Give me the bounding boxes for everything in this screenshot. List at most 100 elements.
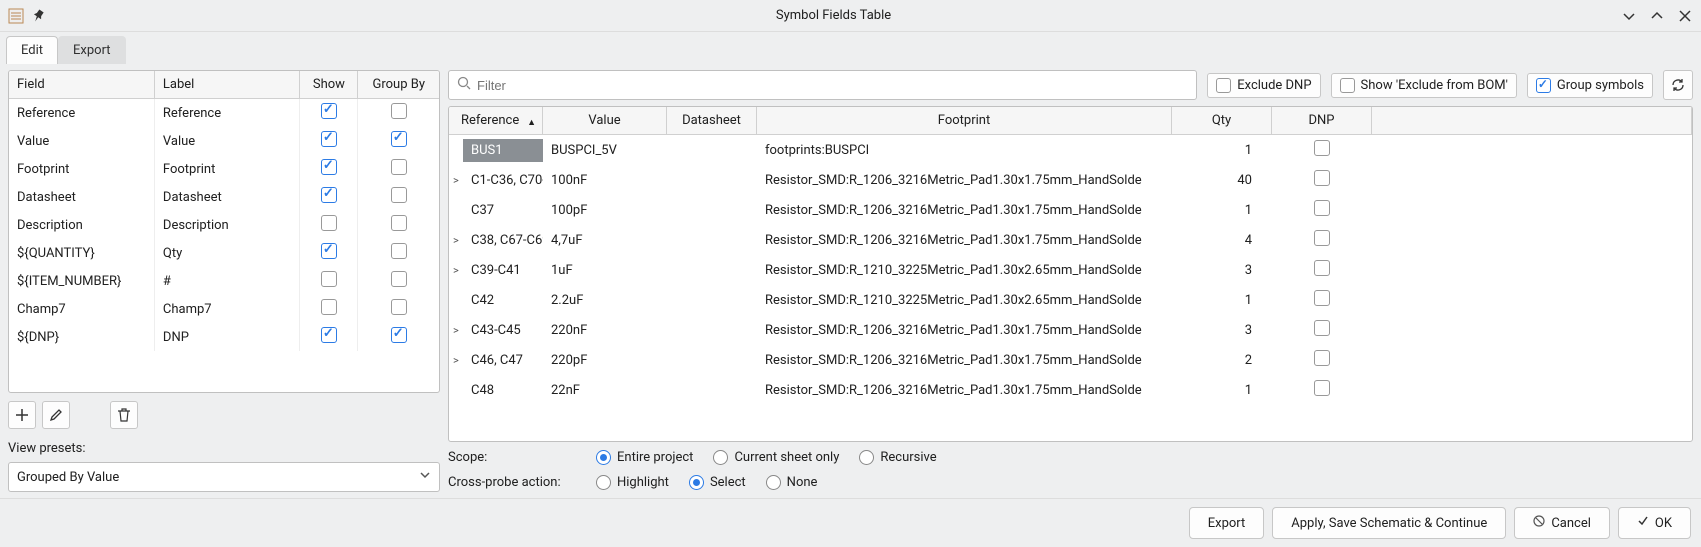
field-name[interactable]: ${ITEM_NUMBER} bbox=[9, 267, 154, 295]
field-label[interactable]: Qty bbox=[154, 239, 299, 267]
cell-dnp[interactable] bbox=[1272, 346, 1372, 374]
field-name[interactable]: Description bbox=[9, 211, 154, 239]
table-row[interactable]: >C43-C45220nFResistor_SMD:R_1206_3216Met… bbox=[449, 315, 1692, 345]
col-datasheet[interactable]: Datasheet bbox=[667, 107, 757, 134]
field-row[interactable]: ReferenceReference bbox=[9, 99, 439, 128]
field-row[interactable]: ${ITEM_NUMBER}# bbox=[9, 267, 439, 295]
preset-select[interactable]: Grouped By Value bbox=[8, 462, 440, 492]
col-qty[interactable]: Qty bbox=[1172, 107, 1272, 134]
rename-field-button[interactable] bbox=[42, 401, 70, 429]
cell-reference[interactable]: BUS1 bbox=[463, 139, 543, 162]
expand-icon[interactable]: > bbox=[449, 234, 463, 247]
symbol-table[interactable]: Reference▲ Value Datasheet Footprint Qty… bbox=[448, 106, 1693, 442]
exclude-dnp-option[interactable]: Exclude DNP bbox=[1207, 73, 1320, 98]
cell-dnp[interactable] bbox=[1272, 256, 1372, 284]
field-name[interactable]: Champ7 bbox=[9, 295, 154, 323]
crossprobe-none[interactable]: None bbox=[766, 475, 818, 490]
cell-qty[interactable]: 1 bbox=[1172, 199, 1272, 222]
cell-value[interactable]: 4,7uF bbox=[543, 229, 667, 252]
show-checkbox[interactable] bbox=[321, 187, 337, 203]
expand-icon[interactable]: > bbox=[449, 264, 463, 277]
cancel-button[interactable]: Cancel bbox=[1514, 507, 1610, 539]
close-icon[interactable] bbox=[1677, 8, 1693, 24]
dnp-checkbox[interactable] bbox=[1314, 230, 1330, 246]
cell-qty[interactable]: 4 bbox=[1172, 229, 1272, 252]
tab-edit[interactable]: Edit bbox=[6, 36, 58, 64]
delete-field-button[interactable] bbox=[110, 401, 138, 429]
field-row[interactable]: ${QUANTITY}Qty bbox=[9, 239, 439, 267]
table-row[interactable]: C4822nFResistor_SMD:R_1206_3216Metric_Pa… bbox=[449, 375, 1692, 405]
cell-qty[interactable]: 40 bbox=[1172, 169, 1272, 192]
cell-value[interactable]: 220pF bbox=[543, 349, 667, 372]
show-checkbox[interactable] bbox=[321, 215, 337, 231]
cell-dnp[interactable] bbox=[1272, 196, 1372, 224]
cell-datasheet[interactable] bbox=[667, 206, 757, 214]
cell-dnp[interactable] bbox=[1272, 136, 1372, 164]
cell-datasheet[interactable] bbox=[667, 146, 757, 154]
filter-input-wrap[interactable] bbox=[448, 70, 1197, 100]
dnp-checkbox[interactable] bbox=[1314, 320, 1330, 336]
scope-current[interactable]: Current sheet only bbox=[713, 450, 839, 465]
expand-icon[interactable]: > bbox=[449, 354, 463, 367]
field-label[interactable]: Footprint bbox=[154, 155, 299, 183]
dnp-checkbox[interactable] bbox=[1314, 290, 1330, 306]
groupby-checkbox[interactable] bbox=[391, 131, 407, 147]
groupby-checkbox[interactable] bbox=[391, 271, 407, 287]
groupby-checkbox[interactable] bbox=[391, 215, 407, 231]
cell-datasheet[interactable] bbox=[667, 296, 757, 304]
dnp-checkbox[interactable] bbox=[1314, 380, 1330, 396]
cell-datasheet[interactable] bbox=[667, 356, 757, 364]
fields-table[interactable]: Field Label Show Group By ReferenceRefer… bbox=[8, 70, 440, 393]
cell-footprint[interactable]: Resistor_SMD:R_1206_3216Metric_Pad1.30x1… bbox=[757, 349, 1172, 372]
col-field[interactable]: Field bbox=[9, 71, 154, 99]
field-name[interactable]: Footprint bbox=[9, 155, 154, 183]
field-row[interactable]: DatasheetDatasheet bbox=[9, 183, 439, 211]
col-show[interactable]: Show bbox=[300, 71, 358, 99]
col-value[interactable]: Value bbox=[543, 107, 667, 134]
show-checkbox[interactable] bbox=[321, 131, 337, 147]
field-name[interactable]: Reference bbox=[9, 99, 154, 128]
cell-value[interactable]: 22nF bbox=[543, 379, 667, 402]
cell-qty[interactable]: 3 bbox=[1172, 259, 1272, 282]
col-footprint[interactable]: Footprint bbox=[757, 107, 1172, 134]
cell-reference[interactable]: C42 bbox=[463, 289, 543, 312]
add-field-button[interactable] bbox=[8, 401, 36, 429]
field-row[interactable]: Champ7Champ7 bbox=[9, 295, 439, 323]
cell-value[interactable]: 100pF bbox=[543, 199, 667, 222]
scope-recursive[interactable]: Recursive bbox=[859, 450, 936, 465]
groupby-checkbox[interactable] bbox=[391, 159, 407, 175]
cell-dnp[interactable] bbox=[1272, 286, 1372, 314]
cell-qty[interactable]: 2 bbox=[1172, 349, 1272, 372]
field-label[interactable]: # bbox=[154, 267, 299, 295]
cell-reference[interactable]: C43-C45 bbox=[463, 319, 543, 342]
table-row[interactable]: C37100pFResistor_SMD:R_1206_3216Metric_P… bbox=[449, 195, 1692, 225]
field-label[interactable]: Reference bbox=[154, 99, 299, 128]
expand-icon[interactable]: > bbox=[449, 324, 463, 337]
groupby-checkbox[interactable] bbox=[391, 187, 407, 203]
cell-value[interactable]: 100nF bbox=[543, 169, 667, 192]
groupby-checkbox[interactable] bbox=[391, 327, 407, 343]
cell-dnp[interactable] bbox=[1272, 166, 1372, 194]
cell-reference[interactable]: C1-C36, C70-C bbox=[463, 169, 543, 192]
table-row[interactable]: >C38, C67-C694,7uF Resistor_SMD:R_1206_32… bbox=[449, 225, 1692, 255]
refresh-button[interactable] bbox=[1663, 70, 1693, 100]
cell-qty[interactable]: 1 bbox=[1172, 379, 1272, 402]
field-name[interactable]: ${QUANTITY} bbox=[9, 239, 154, 267]
minimize-icon[interactable] bbox=[1621, 8, 1637, 24]
cell-reference[interactable]: C48 bbox=[463, 379, 543, 402]
show-checkbox[interactable] bbox=[321, 159, 337, 175]
field-label[interactable]: Value bbox=[154, 127, 299, 155]
scope-entire[interactable]: Entire project bbox=[596, 450, 693, 465]
field-row[interactable]: ${DNP}DNP bbox=[9, 323, 439, 351]
cell-footprint[interactable]: Resistor_SMD:R_1206_3216Metric_Pad1.30x1… bbox=[757, 229, 1172, 252]
groupby-checkbox[interactable] bbox=[391, 299, 407, 315]
field-name[interactable]: Value bbox=[9, 127, 154, 155]
cell-reference[interactable]: C38, C67-C69 bbox=[463, 229, 543, 252]
ok-button[interactable]: OK bbox=[1618, 507, 1691, 539]
dnp-checkbox[interactable] bbox=[1314, 350, 1330, 366]
cell-footprint[interactable]: Resistor_SMD:R_1206_3216Metric_Pad1.30x1… bbox=[757, 169, 1172, 192]
table-row[interactable]: BUS1BUSPCI_5Vfootprints:BUSPCI1 bbox=[449, 135, 1692, 165]
col-groupby[interactable]: Group By bbox=[358, 71, 439, 99]
cell-footprint[interactable]: Resistor_SMD:R_1210_3225Metric_Pad1.30x2… bbox=[757, 259, 1172, 282]
cell-datasheet[interactable] bbox=[667, 176, 757, 184]
